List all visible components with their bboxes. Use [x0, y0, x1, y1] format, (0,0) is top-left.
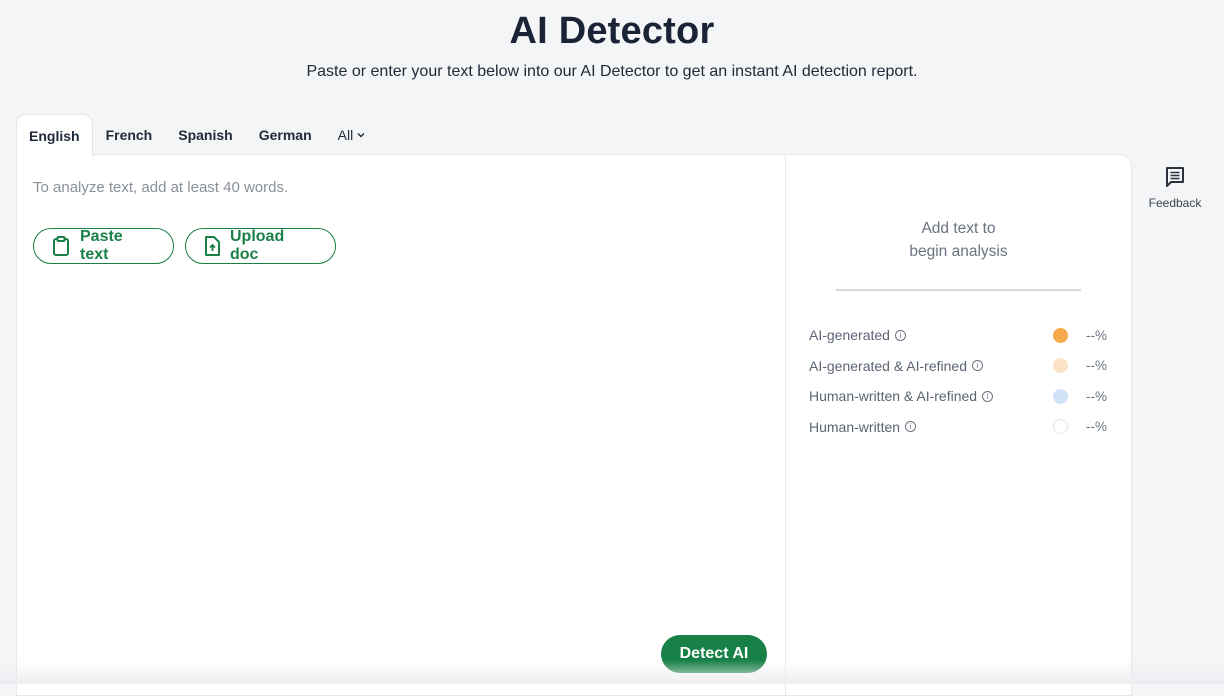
info-icon[interactable]: i: [982, 390, 994, 402]
legend-row-human-written: Human-written i --%: [809, 412, 1109, 443]
tab-english[interactable]: English: [16, 114, 93, 156]
analysis-message-line2: begin analysis: [909, 243, 1008, 260]
legend-value: --%: [1086, 419, 1107, 435]
tab-french[interactable]: French: [93, 114, 166, 156]
info-icon[interactable]: i: [972, 360, 983, 372]
legend-dot: [1053, 327, 1068, 343]
legend-value: --%: [1086, 327, 1107, 343]
legend-label: AI-generated & AI-refined: [809, 357, 967, 374]
paste-text-label: Paste text: [80, 228, 123, 263]
detect-ai-button[interactable]: Detect AI: [661, 635, 767, 673]
analysis-empty-message: Add text to begin analysis: [786, 217, 1131, 263]
tab-german-label: German: [258, 127, 312, 143]
upload-doc-button[interactable]: Upload doc: [185, 228, 336, 264]
tab-spanish-label: Spanish: [178, 127, 233, 143]
tab-all-dropdown[interactable]: All: [325, 114, 379, 156]
legend-dot: [1053, 388, 1068, 404]
text-input-area[interactable]: To analyze text, add at least 40 words. …: [17, 155, 786, 695]
analysis-divider: [836, 289, 1081, 291]
tab-all-label: All: [337, 127, 354, 143]
legend-row-ai-generated: AI-generated i --%: [809, 320, 1109, 351]
text-input-placeholder: To analyze text, add at least 40 words.: [33, 179, 289, 196]
analysis-legend: AI-generated i --% AI-generated & AI-ref…: [809, 320, 1109, 442]
upload-doc-label: Upload doc: [230, 228, 285, 263]
legend-dot: [1053, 358, 1068, 374]
tab-german[interactable]: German: [246, 114, 325, 156]
legend-label: AI-generated: [809, 327, 890, 344]
legend-label: Human-written: [809, 418, 901, 435]
paste-text-button[interactable]: Paste text: [33, 228, 174, 264]
chevron-down-icon: [357, 130, 365, 141]
feedback-button[interactable]: Feedback: [1144, 166, 1206, 210]
analysis-message-line1: Add text to: [921, 220, 996, 237]
analysis-panel: Add text to begin analysis AI-generated …: [786, 155, 1131, 695]
feedback-label: Feedback: [1148, 196, 1202, 210]
tab-spanish[interactable]: Spanish: [165, 114, 245, 156]
language-tabs: English French Spanish German All: [16, 114, 378, 156]
legend-row-human-ai-refined: Human-written & AI-refined i --%: [809, 381, 1109, 412]
file-upload-icon: [204, 236, 220, 256]
tab-english-label: English: [29, 127, 80, 144]
tab-french-label: French: [105, 127, 153, 143]
legend-label: Human-written & AI-refined: [809, 388, 978, 405]
detector-card: To analyze text, add at least 40 words. …: [16, 154, 1132, 696]
clipboard-icon: [52, 236, 70, 256]
legend-dot: [1053, 419, 1068, 435]
legend-row-ai-generated-refined: AI-generated & AI-refined i --%: [809, 351, 1109, 382]
info-icon[interactable]: i: [894, 329, 906, 341]
legend-value: --%: [1086, 388, 1107, 404]
feedback-icon: [1164, 167, 1186, 192]
detect-ai-label: Detect AI: [679, 645, 749, 662]
page-title: AI Detector: [509, 10, 715, 52]
page-subtitle: Paste or enter your text below into our …: [306, 63, 918, 80]
info-icon[interactable]: i: [905, 421, 917, 433]
legend-value: --%: [1086, 358, 1107, 374]
